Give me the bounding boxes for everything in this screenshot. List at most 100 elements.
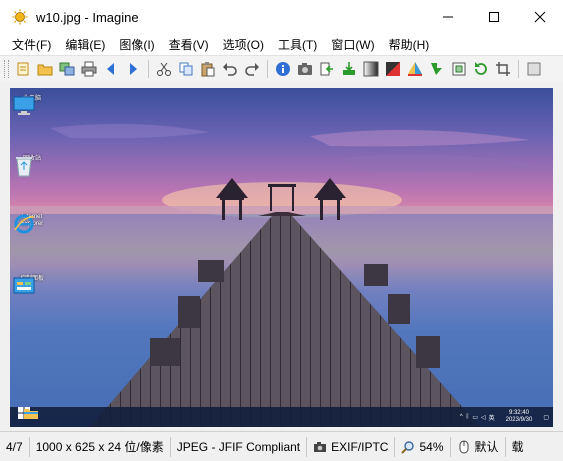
grayscale-button[interactable]: [360, 58, 382, 80]
clock-time: 9:32:40: [508, 410, 529, 416]
desktop-icon-ie[interactable]: Internet Explorer: [12, 212, 52, 234]
ime-indicator[interactable]: 英: [489, 413, 495, 422]
status-metadata[interactable]: EXIF/IPTC: [307, 436, 396, 457]
menu-options[interactable]: 选项(O): [216, 36, 271, 53]
redo-icon: [245, 63, 259, 76]
title-bar: w10.jpg - Imagine: [0, 0, 563, 34]
forward-button[interactable]: [122, 58, 144, 80]
contrast-button[interactable]: [382, 58, 404, 80]
cut-button[interactable]: [153, 58, 175, 80]
status-zoom-value: 54%: [419, 439, 444, 454]
toolbar: [0, 55, 563, 83]
system-tray: ^ ᛒ ▭ ◁ 英 9:32:40 2023/9/30 ▢: [460, 407, 549, 427]
info-icon: [276, 62, 290, 76]
toolbar-separator: [518, 60, 519, 78]
redo-button[interactable]: [241, 58, 263, 80]
bluetooth-icon[interactable]: ᛒ: [466, 414, 470, 420]
file-explorer-icon[interactable]: [24, 407, 38, 419]
toolbar-separator: [148, 60, 149, 78]
desktop-taskbar: ^ ᛒ ▭ ◁ 英 9:32:40 2023/9/30 ▢: [10, 407, 553, 427]
more-icon: [527, 62, 541, 76]
close-icon: [534, 11, 546, 23]
menu-image[interactable]: 图像(I): [112, 36, 161, 53]
import-icon: [320, 62, 333, 76]
image-canvas[interactable]: 此电脑 回收站 Internet Explorer 控制面板 ^ ᛒ: [0, 82, 563, 431]
network-icon[interactable]: ▭: [472, 414, 478, 421]
close-button[interactable]: [517, 0, 563, 34]
displayed-image: 此电脑 回收站 Internet Explorer 控制面板 ^ ᛒ: [10, 88, 553, 427]
menu-file[interactable]: 文件(F): [0, 36, 58, 53]
menu-edit[interactable]: 编辑(E): [58, 36, 112, 53]
color-button[interactable]: [404, 58, 426, 80]
volume-icon[interactable]: ◁: [481, 414, 486, 421]
grayscale-icon: [363, 61, 379, 77]
open-icon: [37, 64, 53, 76]
minimize-icon: [443, 16, 453, 18]
copy-icon: [179, 62, 193, 76]
maximize-button[interactable]: [471, 0, 517, 34]
notification-icon[interactable]: ▢: [543, 414, 549, 421]
resize-icon: [452, 62, 466, 76]
menu-bar: 文件(F) 编辑(E) 图像(I) 查看(V) 选项(O) 工具(T) 窗口(W…: [0, 34, 563, 54]
back-icon: [107, 63, 114, 75]
camera-icon: [298, 63, 312, 75]
magnifier-icon: [401, 440, 415, 454]
status-extra: 载: [511, 440, 524, 454]
adjust-button[interactable]: [426, 58, 448, 80]
clock-date: 2023/9/30: [505, 417, 533, 423]
copy-window-button[interactable]: [56, 58, 78, 80]
crop-icon: [496, 62, 510, 76]
control-panel-icon: [13, 277, 35, 294]
minimize-button[interactable]: [425, 0, 471, 34]
export-button[interactable]: [338, 58, 360, 80]
status-metadata-label: EXIF/IPTC: [331, 439, 389, 454]
desktop-icon-recycle-bin[interactable]: 回收站: [12, 154, 52, 177]
camera-button[interactable]: [294, 58, 316, 80]
contrast-icon: [386, 62, 400, 76]
undo-icon: [223, 63, 237, 76]
paste-icon: [201, 62, 215, 77]
undo-button[interactable]: [219, 58, 241, 80]
more-button[interactable]: [523, 58, 545, 80]
crop-button[interactable]: [492, 58, 514, 80]
pier-scene: [10, 123, 553, 427]
desktop-icon-control-panel[interactable]: 控制面板: [12, 274, 52, 294]
chevron-up-icon[interactable]: ^: [460, 414, 463, 420]
window-title: w10.jpg - Imagine: [36, 9, 139, 25]
status-bar: 4/7 1000 x 625 x 24 位/像素 JPEG - JFIF Com…: [0, 431, 563, 461]
info-button[interactable]: [272, 58, 294, 80]
menu-view[interactable]: 查看(V): [162, 36, 216, 53]
status-zoom[interactable]: 54%: [395, 436, 451, 457]
toolbar-grip[interactable]: [4, 60, 9, 78]
back-button[interactable]: [100, 58, 122, 80]
new-button[interactable]: [12, 58, 34, 80]
copy-button[interactable]: [175, 58, 197, 80]
status-format: JPEG - JFIF Compliant: [171, 436, 308, 457]
toolbar-separator: [267, 60, 268, 78]
resize-button[interactable]: [448, 58, 470, 80]
copy-window-icon: [59, 62, 75, 76]
open-button[interactable]: [34, 58, 56, 80]
status-image-index: 4/7: [0, 436, 30, 457]
print-icon: [81, 61, 97, 77]
maximize-icon: [489, 12, 499, 22]
paste-button[interactable]: [197, 58, 219, 80]
rotate-button[interactable]: [470, 58, 492, 80]
new-icon: [17, 62, 29, 76]
menu-tools[interactable]: 工具(T): [271, 36, 324, 53]
computer-icon: [13, 96, 35, 115]
menu-window[interactable]: 窗口(W): [324, 36, 381, 53]
status-mode[interactable]: 默认: [451, 436, 506, 457]
ie-icon: [14, 214, 35, 234]
import-button[interactable]: [316, 58, 338, 80]
cut-icon: [157, 62, 171, 76]
color-icon: [408, 62, 422, 76]
export-icon: [343, 62, 355, 75]
adjust-icon: [431, 63, 442, 75]
forward-icon: [130, 63, 137, 75]
desktop-icon-computer[interactable]: 此电脑: [12, 94, 52, 115]
menu-help[interactable]: 帮助(H): [382, 36, 437, 53]
camera-icon: [314, 441, 327, 452]
taskbar-clock[interactable]: 9:32:40 2023/9/30: [506, 410, 533, 424]
print-button[interactable]: [78, 58, 100, 80]
